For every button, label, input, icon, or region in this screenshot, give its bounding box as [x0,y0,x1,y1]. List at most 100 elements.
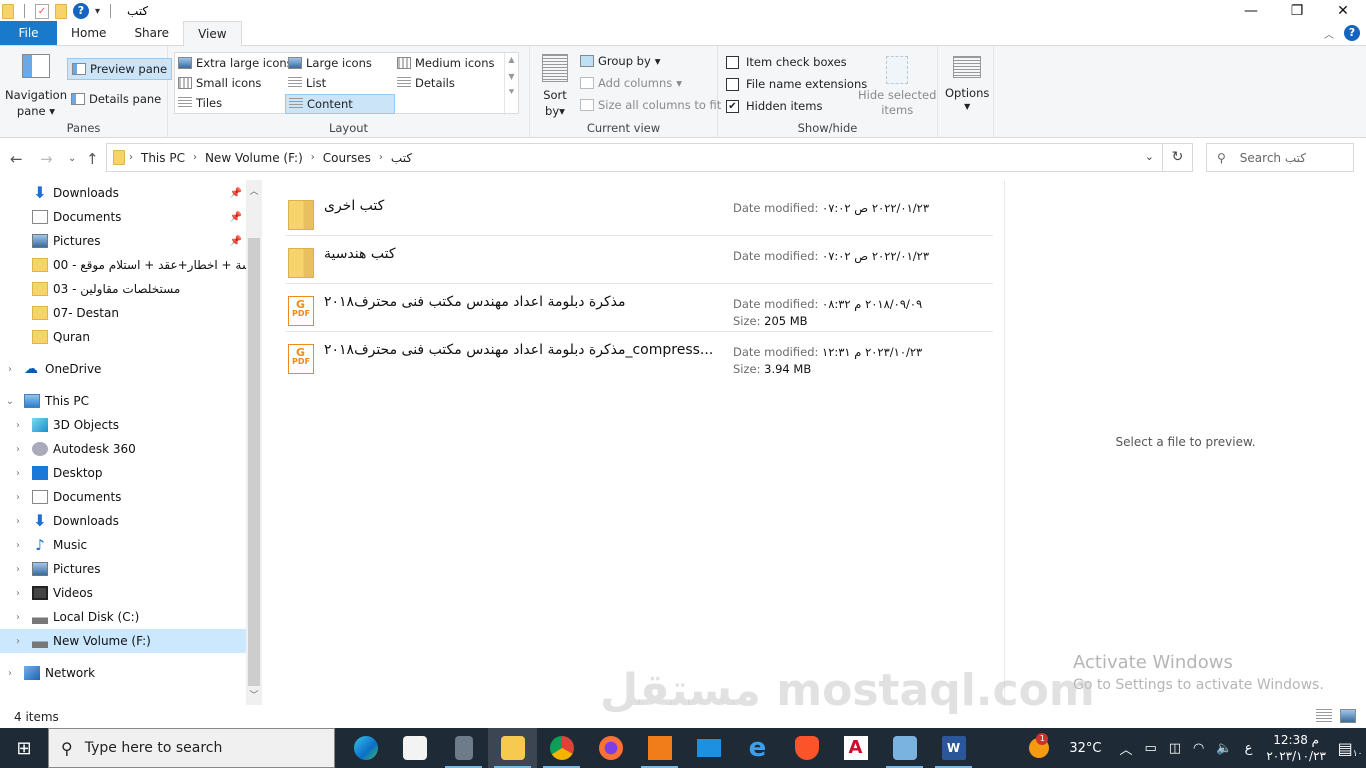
hidden-items-toggle[interactable]: ✔ Hidden items [726,99,822,113]
nav-item-local-disk-c[interactable]: › Local Disk (C:) [0,605,246,629]
breadcrumb-separator[interactable]: › [129,152,133,163]
scroll-down-icon[interactable]: ▼ [505,72,518,81]
breadcrumb-separator[interactable]: › [379,152,383,163]
hide-selected-items-button[interactable]: Hide selected items [858,56,936,117]
minimize-button[interactable]: — [1228,0,1274,22]
help-icon[interactable]: ? [73,3,89,19]
breadcrumb-separator[interactable]: › [311,152,315,163]
action-center-button[interactable]: ▤ ١٠ [1334,728,1366,768]
layout-medium-icons[interactable]: Medium icons [397,56,494,70]
breadcrumb-new-volume[interactable]: New Volume (F:) [205,151,303,165]
checkbox[interactable] [726,77,739,91]
nav-item-downloads[interactable]: ⬇ Downloads 📌 [0,181,246,205]
battery-icon[interactable]: ▭ [1144,741,1156,756]
file-item[interactable]: PDF مذكرة دبلومة اعداد مهندس مكتب فنى مح… [286,332,993,380]
layout-large-icons[interactable]: Large icons [288,56,372,70]
file-name-extensions-toggle[interactable]: File name extensions [726,77,867,91]
forward-button[interactable]: → [40,150,53,168]
layout-small-icons[interactable]: Small icons [178,76,261,90]
nav-item-music[interactable]: › ♪ Music [0,533,246,557]
refresh-button[interactable]: ↻ [1163,143,1193,172]
nav-item-folder[interactable]: 03 - مستخلصات مقاولين [0,277,246,301]
expand-icon[interactable]: › [12,420,24,431]
expand-icon[interactable]: › [4,668,16,679]
nav-item-documents[interactable]: Documents 📌 [0,205,246,229]
nav-item-this-pc[interactable]: ⌄ This PC [0,389,246,413]
expand-icon[interactable]: › [4,364,16,375]
breadcrumb-separator[interactable]: › [193,152,197,163]
nav-item-new-volume-f[interactable]: › New Volume (F:) [0,629,246,653]
taskbar-calculator[interactable] [439,728,488,768]
nav-item-folder[interactable]: Quran [0,325,246,349]
file-item[interactable]: كتب اخرى Date modified: ٢٠٢٢/٠١/٢٣ ص ٠٧:… [286,188,993,236]
details-pane-button[interactable]: Details pane [71,92,161,106]
layout-list[interactable]: List [288,76,326,90]
taskbar-word[interactable]: W [929,728,978,768]
expand-icon[interactable]: › [12,468,24,479]
layout-tiles[interactable]: Tiles [178,96,222,110]
taskbar-internet-explorer[interactable]: e [733,728,782,768]
search-input[interactable]: Search كتب [1240,151,1306,165]
address-history-dropdown[interactable]: ⌄ [1145,150,1154,163]
group-by-button[interactable]: Group by ▾ [580,54,661,68]
layout-gallery-scroll[interactable]: ▲ ▼ ⯆ [504,53,518,115]
expand-icon[interactable]: › [12,444,24,455]
expand-icon[interactable]: › [12,540,24,551]
search-box[interactable]: ⚲ Search كتب [1206,143,1354,172]
expand-icon[interactable]: › [12,516,24,527]
show-hidden-icons[interactable]: ︿ [1119,739,1132,758]
customize-toolbar-dropdown[interactable]: ▾ [95,6,100,17]
nav-item-autodesk-360[interactable]: › Autodesk 360 [0,437,246,461]
input-language[interactable]: ع [1245,741,1253,756]
sort-by-button[interactable]: Sort by▾ [540,54,570,118]
start-button[interactable]: ⊞ [0,728,48,768]
taskbar-foxit-pdf[interactable] [635,728,684,768]
properties-icon[interactable]: ✓ [35,3,49,19]
nav-item-documents-pc[interactable]: › Documents [0,485,246,509]
wifi-icon[interactable]: ◠ [1193,741,1204,756]
expand-icon[interactable]: › [12,612,24,623]
checkbox-checked[interactable]: ✔ [726,99,739,113]
nav-item-folder[interactable]: 00 - قايسة + اخطار+عقد + استلام موقع [0,253,246,277]
scroll-up-icon[interactable]: ▲ [505,55,518,64]
expand-icon[interactable]: › [12,564,24,575]
taskbar-firefox[interactable] [586,728,635,768]
taskbar-media-player[interactable] [880,728,929,768]
back-button[interactable]: ← [10,150,23,168]
scrollbar-thumb[interactable] [248,238,260,686]
breadcrumb-current[interactable]: كتب [391,151,412,165]
restore-button[interactable]: ❐ [1274,0,1320,22]
taskbar-autocad[interactable]: A [831,728,880,768]
nav-item-network[interactable]: › Network [0,661,246,685]
nav-item-pictures-pc[interactable]: › Pictures [0,557,246,581]
tab-share[interactable]: Share [120,21,183,45]
recent-locations-dropdown[interactable]: ⌄ [68,153,76,164]
layout-extra-large-icons[interactable]: Extra large icons [178,56,293,70]
collapse-icon[interactable]: ⌄ [4,396,16,407]
taskbar-file-explorer[interactable] [488,728,537,768]
details-view-icon[interactable] [1316,709,1332,723]
tab-file[interactable]: File [0,21,57,45]
breadcrumb-this-pc[interactable]: This PC [141,151,185,165]
up-button[interactable]: ↑ [86,150,99,168]
taskbar-search[interactable]: ⚲ Type here to search [48,728,335,768]
checkbox[interactable] [726,55,739,69]
breadcrumb-courses[interactable]: Courses [323,151,371,165]
layout-details[interactable]: Details [397,76,455,90]
file-item[interactable]: PDF مذكرة دبلومة اعداد مهندس مكتب فنى مح… [286,284,993,332]
close-button[interactable]: ✕ [1320,0,1366,22]
options-button[interactable]: Options ▼ [945,56,989,111]
item-check-boxes-toggle[interactable]: Item check boxes [726,55,847,69]
layout-content[interactable]: Content [285,94,395,114]
nav-item-folder[interactable]: 07- Destan [0,301,246,325]
scroll-down-icon[interactable]: ﹀ [246,688,262,701]
file-item[interactable]: كتب هندسية Date modified: ٢٠٢٢/٠١/٢٣ ص ٠… [286,236,993,284]
tab-home[interactable]: Home [57,21,120,45]
volume-icon[interactable]: 🔈 [1216,741,1232,756]
clock[interactable]: 12:38 م ٢٠٢٣/١٠/٢٣ [1266,732,1326,764]
expand-icon[interactable]: › [12,492,24,503]
taskbar-store[interactable] [390,728,439,768]
nav-item-onedrive[interactable]: › ☁ OneDrive [0,357,246,381]
taskbar-brave[interactable] [782,728,831,768]
expand-icon[interactable]: › [12,636,24,647]
